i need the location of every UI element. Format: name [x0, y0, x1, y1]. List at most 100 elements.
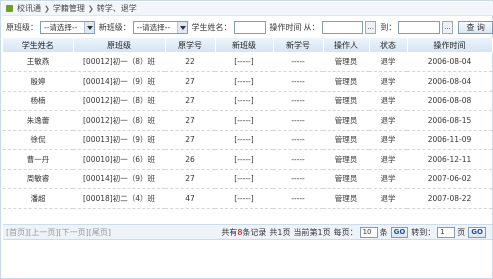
new-class-cell: [-----]: [215, 110, 273, 131]
column-header[interactable]: 操作人: [323, 38, 370, 52]
table-row[interactable]: 周敏睿 [00014]初一（9）班 27 [-----] ----- 管理员 退学 2007-…: [3, 169, 492, 189]
student-name-cell: 王敏燕: [3, 52, 73, 72]
date-to-picker-button[interactable]: ...: [441, 20, 454, 34]
student-name-cell: 殷婷: [3, 71, 73, 92]
new-class-cell: [-----]: [215, 130, 273, 150]
student-name-cell: 曹一丹: [3, 149, 73, 170]
jump-label: 转到：: [411, 227, 436, 237]
table-row[interactable]: 杨楠 [00012]初一（8）班 27 [-----] ----- 管理员 退学 2006-0…: [3, 91, 492, 111]
total-suffix: 条记录: [242, 227, 267, 237]
status-cell: 退学: [369, 149, 407, 170]
query-button[interactable]: 查 询: [458, 20, 493, 34]
first-page-link[interactable]: [首页]: [6, 227, 28, 238]
chevron-right-icon: ❯: [87, 4, 94, 13]
orig-id-cell: 27: [165, 91, 215, 111]
student-name-label: 学生姓名：: [191, 22, 232, 32]
op-time-cell: 2007-06-02: [407, 169, 492, 189]
student-name-cell: 杨楠: [3, 91, 73, 111]
op-time-cell: 2006-08-04: [407, 52, 492, 72]
column-header[interactable]: 原学号: [165, 38, 216, 52]
column-header[interactable]: 操作时间: [407, 38, 493, 52]
new-class-select[interactable]: --请选择--: [132, 20, 188, 34]
orig-class-select[interactable]: --请选择--: [40, 20, 95, 34]
per-page-input[interactable]: 10: [359, 226, 378, 238]
new-id-cell: -----: [273, 169, 323, 189]
table-row[interactable]: 殷婷 [00014]初一（9）班 27 [-----] ----- 管理员 退学 2006-0…: [3, 71, 492, 92]
breadcrumb-item-records[interactable]: 学籍管理: [53, 3, 85, 14]
jump-page-input[interactable]: 1: [437, 226, 456, 238]
status-cell: 退学: [369, 71, 407, 92]
op-time-label: 操作时间: [269, 22, 302, 32]
orig-class-select-value: --请选择--: [44, 22, 78, 32]
new-class-cell: [-----]: [215, 71, 273, 92]
op-time-cell: 2006-11-09: [407, 130, 492, 150]
table-row[interactable]: 曹一丹 [00010]初一（6）班 26 [-----] ----- 管理员 退学 2006-…: [3, 149, 492, 170]
records-table: 学生姓名 原班级 原学号 新班级 新学号 操作人 状态 操作时间 王敏燕 [000…: [3, 38, 493, 209]
orig-class-cell: [00012]初一（8）班: [73, 52, 165, 72]
from-label: 从：: [303, 22, 320, 32]
chevron-right-icon: ❯: [44, 4, 50, 13]
new-class-cell: [-----]: [215, 52, 273, 72]
new-class-label: 新班级：: [98, 22, 131, 32]
date-from-picker-button[interactable]: ...: [364, 20, 377, 34]
breadcrumb-item-school[interactable]: 校讯通: [17, 3, 41, 14]
column-header[interactable]: 状态: [369, 38, 408, 52]
new-class-cell: [-----]: [215, 91, 273, 111]
date-from-input[interactable]: [321, 20, 363, 34]
operator-cell: 管理员: [323, 169, 369, 189]
per-page-label: 每页：: [333, 227, 358, 237]
jump-go-button[interactable]: GO: [468, 226, 486, 238]
operator-cell: 管理员: [323, 149, 369, 170]
student-name-cell: 潘超: [3, 188, 73, 209]
new-id-cell: -----: [273, 188, 323, 209]
orig-class-label: 原班级：: [6, 22, 38, 32]
new-class-cell: [-----]: [215, 169, 273, 189]
orig-id-cell: 26: [165, 149, 215, 170]
orig-class-cell: [00014]初一（9）班: [73, 169, 165, 189]
student-name-cell: 周敏睿: [3, 169, 73, 189]
op-time-cell: 2006-08-15: [407, 110, 492, 131]
table-row[interactable]: 徐侃 [00013]初一（9）班 27 [-----] ----- 管理员 退学 2006-1…: [3, 130, 492, 150]
date-to-input[interactable]: [398, 20, 440, 34]
page-count: 共1页: [269, 227, 291, 237]
table-row[interactable]: 朱逸蕾 [00012]初一（8）班 27 [-----] ----- 管理员 退学 2006-…: [3, 110, 492, 131]
column-header[interactable]: 原班级: [73, 38, 166, 52]
orig-class-cell: [00018]初二（4）班: [73, 188, 165, 209]
chevron-down-icon[interactable]: [83, 21, 94, 33]
new-id-cell: -----: [273, 110, 323, 131]
student-name-input[interactable]: [233, 20, 266, 34]
new-id-cell: -----: [273, 52, 323, 72]
op-time-cell: 2006-08-04: [407, 71, 492, 92]
orig-class-cell: [00012]初一（8）班: [73, 110, 165, 131]
page-frame: 校讯通 ❯ 学籍管理 ❯ 转学、退学 原班级： --请选择-- 新班级： --请…: [0, 0, 493, 279]
per-page-go-button[interactable]: GO: [390, 226, 409, 238]
column-header[interactable]: 新学号: [273, 38, 324, 52]
next-page-link[interactable]: [下一页]: [59, 227, 89, 238]
breadcrumb: 校讯通 ❯ 学籍管理 ❯ 转学、退学: [2, 2, 493, 16]
table-body: 王敏燕 [00012]初一（8）班 22 [-----] ----- 管理员 退学 2006-…: [3, 52, 492, 209]
op-time-cell: 2006-12-11: [407, 149, 492, 170]
table-row[interactable]: 潘超 [00018]初二（4）班 47 [-----] ----- 管理员 退学 2007-0…: [3, 188, 492, 209]
status-cell: 退学: [369, 130, 407, 150]
orig-id-cell: 27: [165, 130, 215, 150]
new-id-cell: -----: [273, 130, 323, 150]
orig-class-cell: [00012]初一（8）班: [73, 91, 165, 111]
last-page-link[interactable]: [尾页]: [89, 227, 111, 238]
orig-id-cell: 27: [165, 110, 215, 131]
column-header[interactable]: 学生姓名: [3, 38, 74, 52]
prev-page-link[interactable]: [上一页]: [28, 227, 58, 238]
op-time-cell: 2007-08-22: [407, 188, 492, 209]
orig-id-cell: 47: [165, 188, 215, 209]
orig-class-cell: [00013]初一（9）班: [73, 130, 165, 150]
per-page-unit: 条: [379, 227, 388, 237]
total-prefix: 共有: [221, 227, 238, 237]
chevron-down-icon[interactable]: [176, 21, 187, 33]
operator-cell: 管理员: [323, 91, 369, 111]
table-row[interactable]: 王敏燕 [00012]初一（8）班 22 [-----] ----- 管理员 退学 2006-…: [3, 52, 492, 72]
orig-id-cell: 27: [165, 169, 215, 189]
jump-unit: 页: [457, 227, 466, 237]
current-suffix: 页: [322, 227, 331, 237]
status-cell: 退学: [369, 52, 407, 72]
column-header[interactable]: 新班级: [215, 38, 274, 52]
status-cell: 退学: [369, 169, 407, 189]
